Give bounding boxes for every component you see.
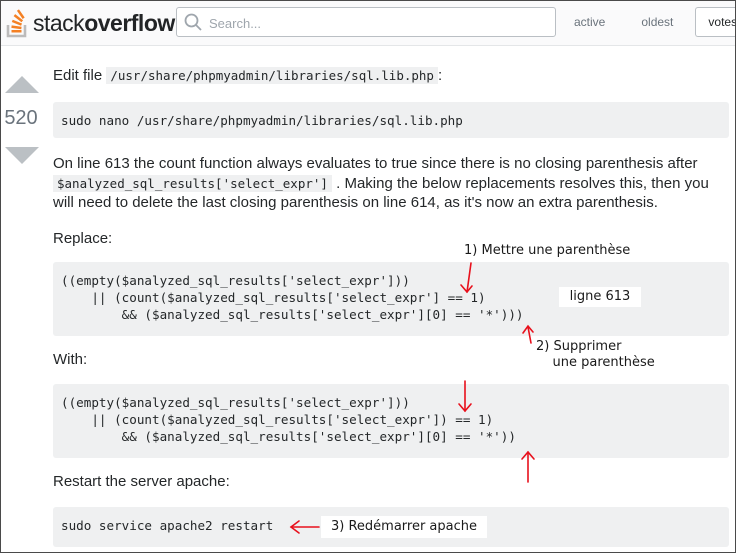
arrow-down-icon [458,380,472,413]
arrow-left-icon [289,520,320,534]
annotation-arrows [289,262,535,534]
arrow-up-icon [522,324,534,344]
screenshot-frame: stackoverflow active oldest votes 520 Ed… [0,0,736,553]
arrow-down-icon [460,262,473,294]
arrow-up-icon [521,450,535,483]
